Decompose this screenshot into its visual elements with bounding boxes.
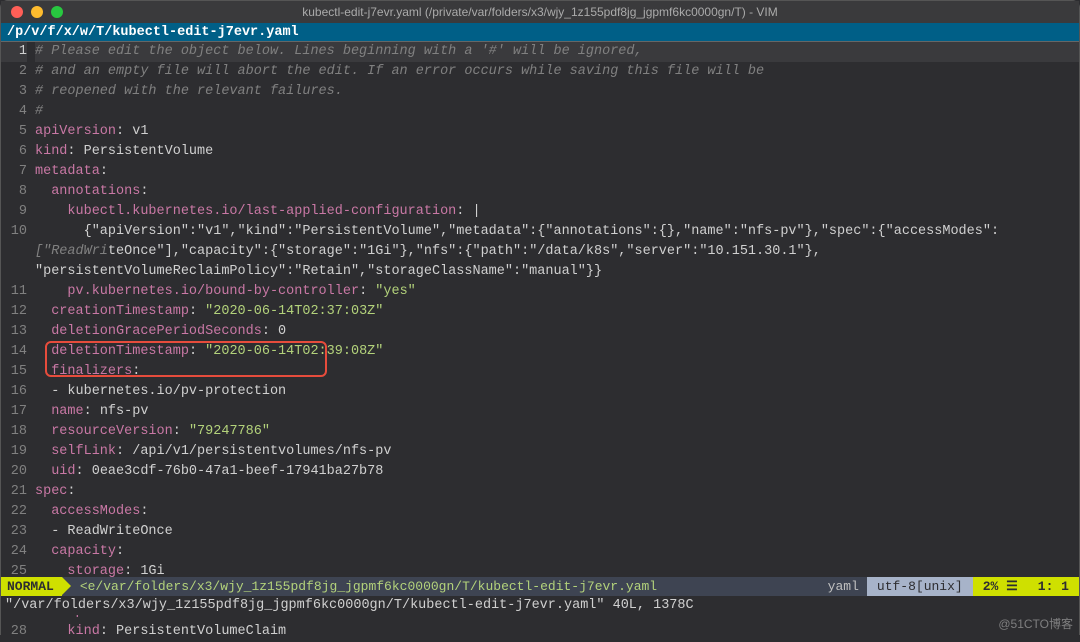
command-line[interactable]: "/var/folders/x3/wjy_1z155pdf8jg_jgpmf6k…	[1, 596, 1079, 615]
code-column[interactable]: # Please edit the object below. Lines be…	[35, 42, 1079, 642]
status-line: NORMAL <e/var/folders/x3/wjy_1z155pdf8jg…	[1, 577, 1079, 596]
line-number: 24	[1, 542, 27, 562]
line-number: 28	[1, 622, 27, 642]
code-line[interactable]: # reopened with the relevant failures.	[35, 82, 1079, 102]
tab-bar: /p/v/f/x/w/T/kubectl-edit-j7evr.yaml	[1, 23, 1079, 42]
current-file-path: /p/v/f/x/w/T/kubectl-edit-j7evr.yaml	[7, 25, 299, 40]
line-number: 11	[1, 282, 27, 302]
line-number	[1, 242, 27, 262]
status-position: 1: 1	[1028, 577, 1079, 596]
code-line[interactable]: kind: PersistentVolumeClaim	[35, 622, 1079, 642]
window-titlebar: kubectl-edit-j7evr.yaml (/private/var/fo…	[1, 1, 1079, 23]
line-number: 9	[1, 202, 27, 222]
line-number: 19	[1, 442, 27, 462]
status-encoding: utf-8[unix]	[867, 577, 973, 596]
code-line[interactable]: name: nfs-pv	[35, 402, 1079, 422]
line-number: 12	[1, 302, 27, 322]
status-percent: 2% ☰	[973, 577, 1028, 596]
code-line[interactable]: apiVersion: v1	[35, 122, 1079, 142]
code-line[interactable]: kind: PersistentVolume	[35, 142, 1079, 162]
line-number: 20	[1, 462, 27, 482]
code-line[interactable]: - ReadWriteOnce	[35, 522, 1079, 542]
traffic-lights	[11, 6, 63, 18]
code-line[interactable]: annotations:	[35, 182, 1079, 202]
line-number: 15	[1, 362, 27, 382]
code-line[interactable]: # and an empty file will abort the edit.…	[35, 62, 1079, 82]
line-number: 13	[1, 322, 27, 342]
code-line[interactable]: deletionGracePeriodSeconds: 0	[35, 322, 1079, 342]
code-line[interactable]: kubectl.kubernetes.io/last-applied-confi…	[35, 202, 1079, 222]
window-title: kubectl-edit-j7evr.yaml (/private/var/fo…	[9, 5, 1071, 19]
maximize-icon[interactable]	[51, 6, 63, 18]
line-number: 21	[1, 482, 27, 502]
code-line[interactable]: {"apiVersion":"v1","kind":"PersistentVol…	[35, 222, 1079, 242]
code-line[interactable]: accessModes:	[35, 502, 1079, 522]
code-line[interactable]: finalizers:	[35, 362, 1079, 382]
line-number: 4	[1, 102, 27, 122]
line-number: 22	[1, 502, 27, 522]
line-number: 23	[1, 522, 27, 542]
code-line[interactable]: deletionTimestamp: "2020-06-14T02:39:08Z…	[35, 342, 1079, 362]
editor-area[interactable]: 1234567891011121314151617181920212223242…	[1, 42, 1079, 642]
line-number: 8	[1, 182, 27, 202]
line-number: 3	[1, 82, 27, 102]
code-line[interactable]: uid: 0eae3cdf-76b0-47a1-beef-17941ba27b7…	[35, 462, 1079, 482]
code-line[interactable]: - kubernetes.io/pv-protection	[35, 382, 1079, 402]
code-line[interactable]: "persistentVolumeReclaimPolicy":"Retain"…	[35, 262, 1079, 282]
code-line[interactable]: resourceVersion: "79247786"	[35, 422, 1079, 442]
code-line[interactable]: # Please edit the object below. Lines be…	[35, 42, 1079, 62]
code-line[interactable]: capacity:	[35, 542, 1079, 562]
code-line[interactable]: selfLink: /api/v1/persistentvolumes/nfs-…	[35, 442, 1079, 462]
code-line[interactable]: pv.kubernetes.io/bound-by-controller: "y…	[35, 282, 1079, 302]
status-filetype: yaml	[820, 577, 867, 596]
line-number: 1	[1, 42, 27, 62]
minimize-icon[interactable]	[31, 6, 43, 18]
line-number: 7	[1, 162, 27, 182]
line-number	[1, 262, 27, 282]
line-number: 6	[1, 142, 27, 162]
code-line[interactable]: creationTimestamp: "2020-06-14T02:37:03Z…	[35, 302, 1079, 322]
line-number: 14	[1, 342, 27, 362]
watermark: @51CTO博客	[998, 615, 1073, 632]
status-file-path: <e/var/folders/x3/wjy_1z155pdf8jg_jgpmf6…	[62, 577, 820, 596]
line-number: 2	[1, 62, 27, 82]
line-number: 16	[1, 382, 27, 402]
code-line[interactable]: metadata:	[35, 162, 1079, 182]
close-icon[interactable]	[11, 6, 23, 18]
line-number: 17	[1, 402, 27, 422]
code-line[interactable]: ["ReadWriteOnce"],"capacity":{"storage":…	[35, 242, 1079, 262]
code-line[interactable]: #	[35, 102, 1079, 122]
line-number: 5	[1, 122, 27, 142]
vim-mode-indicator: NORMAL	[1, 577, 62, 596]
line-number-gutter: 1234567891011121314151617181920212223242…	[1, 42, 35, 642]
code-line[interactable]: spec:	[35, 482, 1079, 502]
line-number: 18	[1, 422, 27, 442]
line-number: 10	[1, 222, 27, 242]
